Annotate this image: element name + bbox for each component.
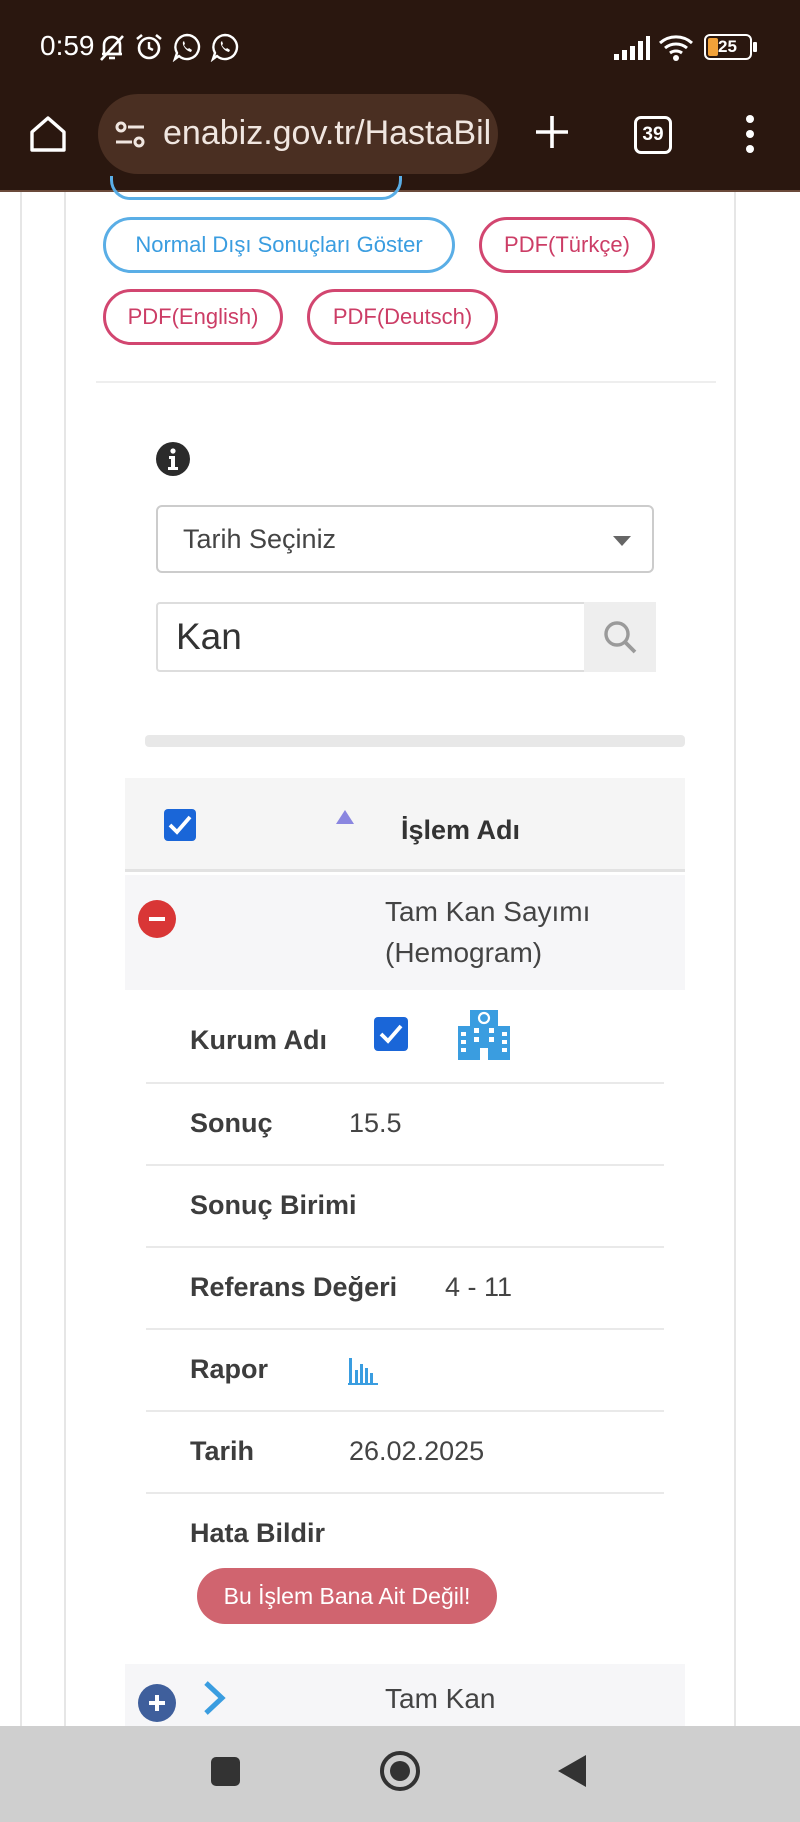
url-text[interactable]: enabiz.gov.tr/HastaBil bbox=[163, 114, 493, 153]
search-input[interactable] bbox=[176, 612, 536, 662]
battery-icon: 25 bbox=[704, 34, 752, 60]
bell-off-icon bbox=[100, 35, 124, 61]
row-name-line1: Tam Kan bbox=[385, 1683, 496, 1714]
not-mine-button[interactable]: Bu İşlem Bana Ait Değil! bbox=[197, 1568, 497, 1624]
horizontal-scrollbar[interactable] bbox=[145, 735, 685, 747]
kurum-checkbox[interactable] bbox=[374, 1017, 408, 1051]
status-bar: 0:59 25 bbox=[0, 0, 800, 92]
alarm-icon bbox=[136, 33, 162, 60]
referans-label: Referans Değeri bbox=[190, 1272, 398, 1302]
column-header-islem-adi[interactable]: İşlem Adı bbox=[401, 815, 520, 846]
tabs-button[interactable]: 39 bbox=[634, 116, 672, 154]
battery-level: 25 bbox=[718, 37, 737, 56]
system-nav-bar bbox=[0, 1726, 800, 1822]
row-name-line2: (Hemogram) bbox=[385, 937, 543, 968]
info-icon[interactable] bbox=[155, 441, 191, 477]
detail-divider bbox=[146, 1082, 664, 1084]
detail-divider bbox=[146, 1328, 664, 1330]
status-time: 0:59 bbox=[40, 30, 95, 61]
recents-icon[interactable] bbox=[211, 1757, 240, 1786]
rapor-label: Rapor bbox=[190, 1354, 269, 1384]
wifi-icon bbox=[659, 35, 693, 61]
pdf-english-button[interactable]: PDF(English) bbox=[103, 289, 283, 345]
detail-divider bbox=[146, 1164, 664, 1166]
kurum-label: Kurum Adı bbox=[190, 1025, 327, 1055]
home-icon[interactable] bbox=[28, 114, 68, 154]
tarih-label: Tarih bbox=[190, 1436, 255, 1466]
section-divider bbox=[96, 381, 716, 383]
table-row[interactable] bbox=[125, 875, 685, 990]
whatsapp-icon bbox=[210, 33, 239, 62]
site-settings-icon[interactable] bbox=[114, 120, 148, 150]
date-select[interactable]: Tarih Seçiniz bbox=[156, 505, 654, 573]
back-icon[interactable] bbox=[556, 1753, 588, 1789]
pdf-turkish-button[interactable]: PDF(Türkçe) bbox=[479, 217, 655, 273]
select-all-checkbox[interactable] bbox=[164, 809, 196, 841]
search-box bbox=[156, 602, 656, 672]
hidden-pill-button[interactable] bbox=[110, 176, 402, 200]
home-nav-icon[interactable] bbox=[378, 1749, 422, 1793]
menu-icon[interactable] bbox=[742, 114, 758, 154]
detail-divider bbox=[146, 1246, 664, 1248]
sonuc-birimi-label: Sonuç Birimi bbox=[190, 1190, 357, 1220]
new-tab-icon[interactable] bbox=[534, 114, 570, 150]
chevron-right-icon[interactable] bbox=[202, 1680, 228, 1716]
search-button[interactable] bbox=[584, 602, 656, 672]
whatsapp-icon bbox=[172, 33, 201, 62]
detail-divider bbox=[146, 1410, 664, 1412]
date-select-value: Tarih Seçiniz bbox=[183, 524, 337, 554]
row-name-line1: Tam Kan Sayımı bbox=[385, 896, 591, 927]
report-chart-icon[interactable] bbox=[348, 1356, 378, 1386]
sort-asc-icon[interactable] bbox=[336, 810, 354, 824]
hata-bildir-label: Hata Bildir bbox=[190, 1518, 326, 1548]
show-abnormal-results-button[interactable]: Normal Dışı Sonuçları Göster bbox=[103, 217, 455, 273]
hospital-icon[interactable] bbox=[456, 1004, 512, 1060]
collapse-button[interactable] bbox=[138, 900, 176, 938]
signal-icon bbox=[614, 36, 650, 60]
check-icon bbox=[168, 815, 192, 835]
sonuc-value: 15.5 bbox=[349, 1108, 402, 1138]
expand-button[interactable] bbox=[138, 1684, 176, 1722]
pdf-deutsch-button[interactable]: PDF(Deutsch) bbox=[307, 289, 498, 345]
tarih-value: 26.02.2025 bbox=[349, 1436, 485, 1466]
sonuc-label: Sonuç bbox=[190, 1108, 273, 1138]
detail-divider bbox=[146, 1492, 664, 1494]
referans-value: 4 - 11 bbox=[445, 1272, 513, 1302]
check-icon bbox=[379, 1024, 403, 1044]
chevron-down-icon bbox=[613, 536, 631, 546]
search-icon bbox=[604, 621, 637, 654]
